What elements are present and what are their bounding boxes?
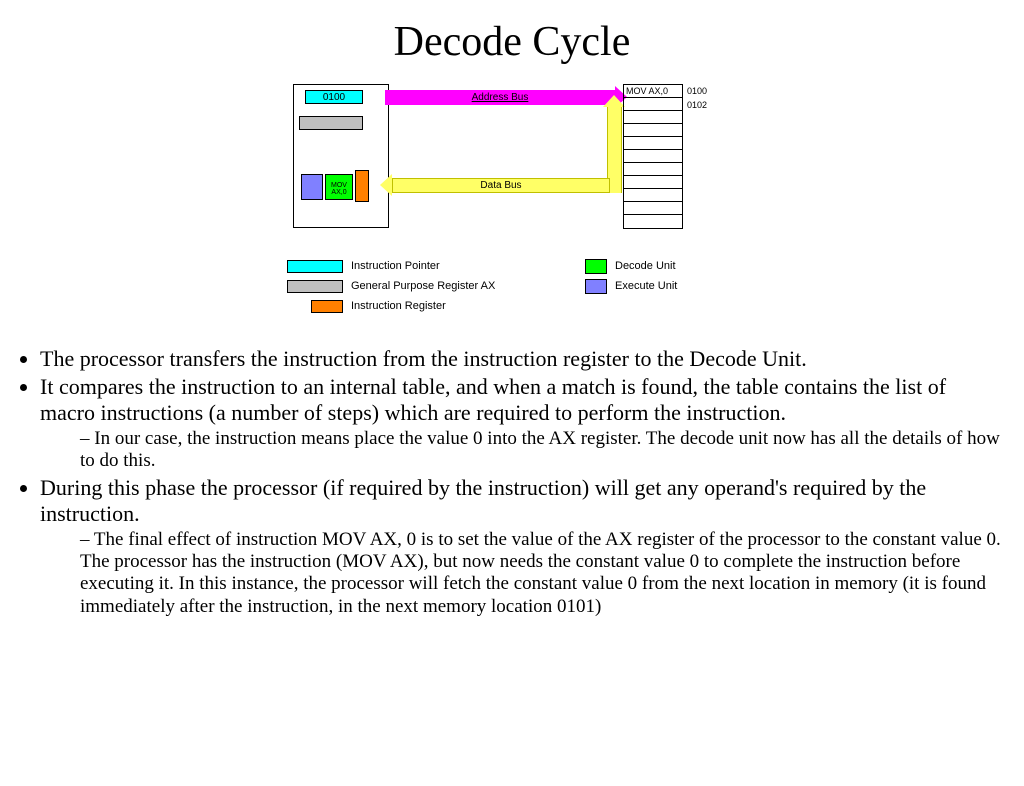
instruction-pointer-register: 0100	[305, 90, 363, 104]
memory-row	[624, 176, 682, 189]
bullet-item: During this phase the processor (if requ…	[40, 475, 1006, 619]
memory-row	[624, 124, 682, 137]
data-bus-arrow-up-icon	[603, 95, 625, 107]
decode-unit-box: MOV AX,0	[325, 174, 353, 200]
bullet-item: The processor transfers the instruction …	[40, 346, 1006, 372]
cpu-box	[293, 84, 389, 228]
legend-left: Instruction Pointer General Purpose Regi…	[287, 256, 495, 316]
slide: Decode Cycle 0100 MOV AX,0 Address Bus D…	[0, 18, 1024, 786]
memory-row: MOV AX,0	[624, 85, 682, 98]
address-bus: Address Bus	[385, 90, 615, 105]
memory-address-0: 0100	[687, 86, 707, 96]
memory-address-1: 0102	[687, 100, 707, 110]
bullet-item: It compares the instruction to an intern…	[40, 374, 1006, 473]
legend-swatch-ax	[287, 280, 343, 293]
sub-bullet-item: The final effect of instruction MOV AX, …	[80, 529, 1006, 619]
diagram: 0100 MOV AX,0 Address Bus Data Bus MOV A…	[277, 78, 747, 338]
memory-row	[624, 137, 682, 150]
legend-swatch-decode	[585, 259, 607, 274]
sub-list: In our case, the instruction means place…	[40, 428, 1006, 473]
data-bus-arrow-left-icon	[380, 174, 392, 196]
execute-unit-box	[301, 174, 323, 200]
sub-bullet-item: In our case, the instruction means place…	[80, 428, 1006, 473]
legend-swatch-execute	[585, 279, 607, 294]
memory-row	[624, 150, 682, 163]
legend-label-decode: Decode Unit	[615, 260, 676, 272]
memory-row	[624, 215, 682, 228]
data-bus: Data Bus	[392, 178, 610, 193]
legend-label-ir: Instruction Register	[351, 300, 446, 312]
memory-table: MOV AX,0	[623, 84, 683, 229]
legend-right: Decode Unit Execute Unit	[585, 256, 677, 296]
legend-label-execute: Execute Unit	[615, 280, 677, 292]
ax-register	[299, 116, 363, 130]
memory-row	[624, 202, 682, 215]
legend-swatch-ir	[311, 300, 343, 313]
bullet-list: The processor transfers the instruction …	[0, 346, 1024, 618]
legend-label-ip: Instruction Pointer	[351, 260, 440, 272]
instruction-register-box	[355, 170, 369, 202]
memory-row	[624, 189, 682, 202]
sub-list: The final effect of instruction MOV AX, …	[40, 529, 1006, 619]
diagram-wrap: 0100 MOV AX,0 Address Bus Data Bus MOV A…	[0, 78, 1024, 338]
page-title: Decode Cycle	[0, 18, 1024, 66]
memory-row	[624, 111, 682, 124]
legend-swatch-ip	[287, 260, 343, 273]
memory-row	[624, 98, 682, 111]
legend-label-ax: General Purpose Register AX	[351, 280, 495, 292]
memory-row	[624, 163, 682, 176]
